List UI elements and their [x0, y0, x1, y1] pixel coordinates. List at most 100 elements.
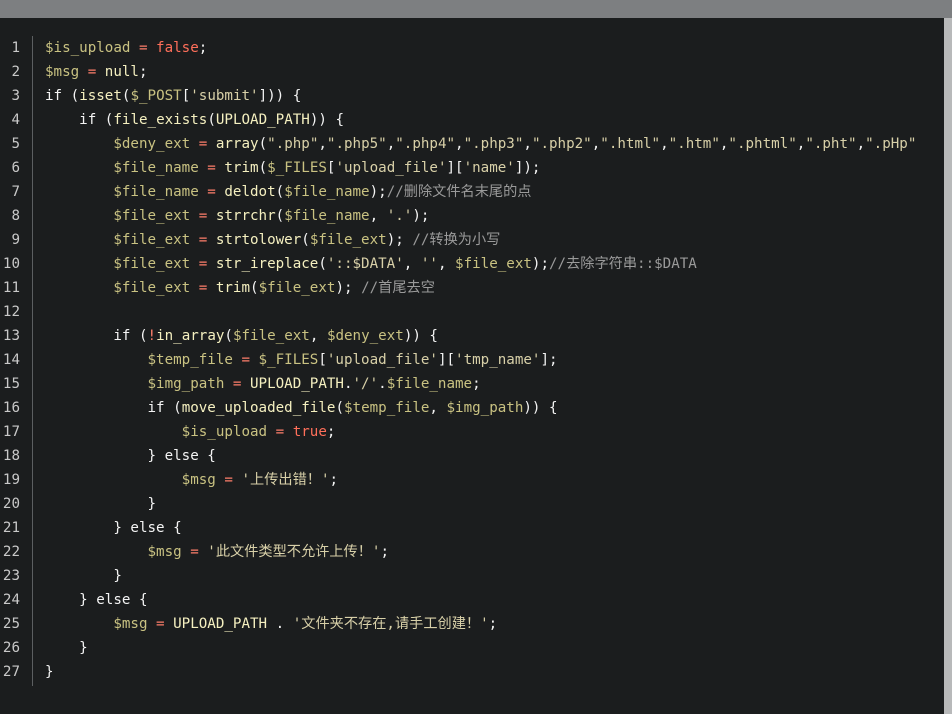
code-line: 21 } else {	[0, 516, 944, 540]
code-token: 'submit'	[190, 88, 259, 104]
code-token: //删除文件名末尾的点	[386, 184, 532, 200]
code-token: );	[386, 232, 413, 248]
code-token: ,	[455, 136, 464, 152]
code-token: if	[113, 328, 131, 344]
code-token: !	[147, 328, 157, 344]
code-token: str_ireplace	[215, 256, 319, 272]
code-line: 14 $temp_file = $_FILES['upload_file']['…	[0, 348, 944, 372]
code-token: ".pHp"	[865, 136, 917, 152]
code-token: $file_name	[284, 208, 370, 224]
code-text: if (file_exists(UPLOAD_PATH)) {	[45, 108, 344, 132]
code-line: 26 }	[0, 636, 944, 660]
code-token: (	[96, 112, 114, 128]
code-text: if (!in_array($file_ext, $deny_ext)) {	[45, 324, 438, 348]
code-token: '.'	[386, 208, 413, 224]
code-token: }	[45, 568, 122, 584]
code-token: =	[79, 64, 105, 80]
line-number: 9	[11, 232, 20, 248]
code-line: 8 $file_ext = strrchr($file_name, '.');	[0, 204, 944, 228]
code-token: =	[198, 184, 225, 200]
code-token: $file_ext	[113, 208, 191, 224]
code-token: $img_path	[446, 400, 524, 416]
code-editor[interactable]: 1 $is_upload = false; 2 $msg = null; 3 if (is…	[0, 36, 944, 696]
code-line: 15 $img_path = UPLOAD_PATH.'/'.$file_nam…	[0, 372, 944, 396]
line-number: 22	[2, 544, 20, 560]
code-token: ;	[380, 544, 389, 560]
code-text: }	[45, 564, 122, 588]
code-token: =	[267, 424, 293, 440]
code-token: isset	[79, 88, 122, 104]
code-token: [	[181, 88, 191, 104]
code-token: .	[343, 376, 353, 392]
code-token: //转换为小写	[412, 232, 501, 248]
code-token: $temp_file	[343, 400, 430, 416]
code-text: $msg = '此文件类型不允许上传！';	[45, 540, 390, 564]
code-token: ];	[540, 352, 558, 368]
code-text: }	[45, 492, 156, 516]
code-token: ,	[386, 136, 396, 152]
code-token: ;	[329, 472, 339, 488]
code-text: } else {	[45, 444, 216, 468]
code-token: $file_name	[113, 160, 199, 176]
code-token: {	[198, 448, 216, 464]
code-token: ;	[198, 40, 208, 56]
code-line: 2 $msg = null;	[0, 60, 944, 84]
code-token: (	[301, 232, 310, 248]
code-token: $temp_file	[147, 352, 233, 368]
code-line: 6 $file_name = trim($_FILES['upload_file…	[0, 156, 944, 180]
code-text: if (move_uploaded_file($temp_file, $img_…	[45, 396, 558, 420]
code-token: }	[45, 520, 131, 536]
code-token: $file_name	[386, 376, 473, 392]
code-token: array	[215, 136, 259, 152]
code-token: ".php2"	[531, 136, 592, 152]
code-token: (	[207, 112, 216, 128]
line-number: 1	[11, 40, 20, 56]
code-token: .	[378, 376, 387, 392]
line-number: 10	[2, 256, 20, 272]
code-token: ]);	[514, 160, 541, 176]
code-token: $msg	[113, 616, 148, 632]
line-number: 18	[2, 448, 20, 464]
code-token: =	[147, 616, 174, 632]
code-token: (	[275, 184, 285, 200]
code-token: =	[130, 40, 157, 56]
code-token: ,	[403, 256, 421, 272]
code-token: true	[292, 424, 327, 440]
code-token: '文件夹不存在,请手工创建！'	[292, 616, 489, 632]
code-token: ;	[488, 616, 498, 632]
code-token: =	[190, 208, 216, 224]
code-token: $file_ext	[309, 232, 387, 248]
code-token: (	[318, 256, 327, 272]
line-number: 24	[2, 592, 20, 608]
code-token: =	[215, 472, 242, 488]
code-token: ,	[318, 136, 327, 152]
code-token: }	[45, 592, 97, 608]
code-token: [	[318, 352, 327, 368]
code-token: =	[190, 232, 216, 248]
scrollbar[interactable]	[944, 18, 952, 714]
code-token: strrchr	[215, 208, 276, 224]
code-text: } else {	[45, 516, 181, 540]
code-token: (	[62, 88, 80, 104]
code-token: '此文件类型不允许上传！'	[207, 544, 381, 560]
code-token: ,	[523, 136, 532, 152]
code-token: );	[531, 256, 550, 272]
code-token: $file_ext	[113, 280, 191, 296]
line-number: 25	[2, 616, 20, 632]
code-token: in_array	[156, 328, 225, 344]
code-text: }	[45, 636, 88, 660]
code-token: '::$DATA'	[326, 256, 404, 272]
line-number: 4	[11, 112, 20, 128]
code-token: UPLOAD_PATH	[215, 112, 310, 128]
code-token: ,	[309, 328, 327, 344]
code-token: 'name'	[463, 160, 515, 176]
code-token: $file_name	[113, 184, 199, 200]
code-token: =	[232, 352, 259, 368]
line-number: 11	[2, 280, 20, 296]
code-token: )) {	[309, 112, 345, 128]
